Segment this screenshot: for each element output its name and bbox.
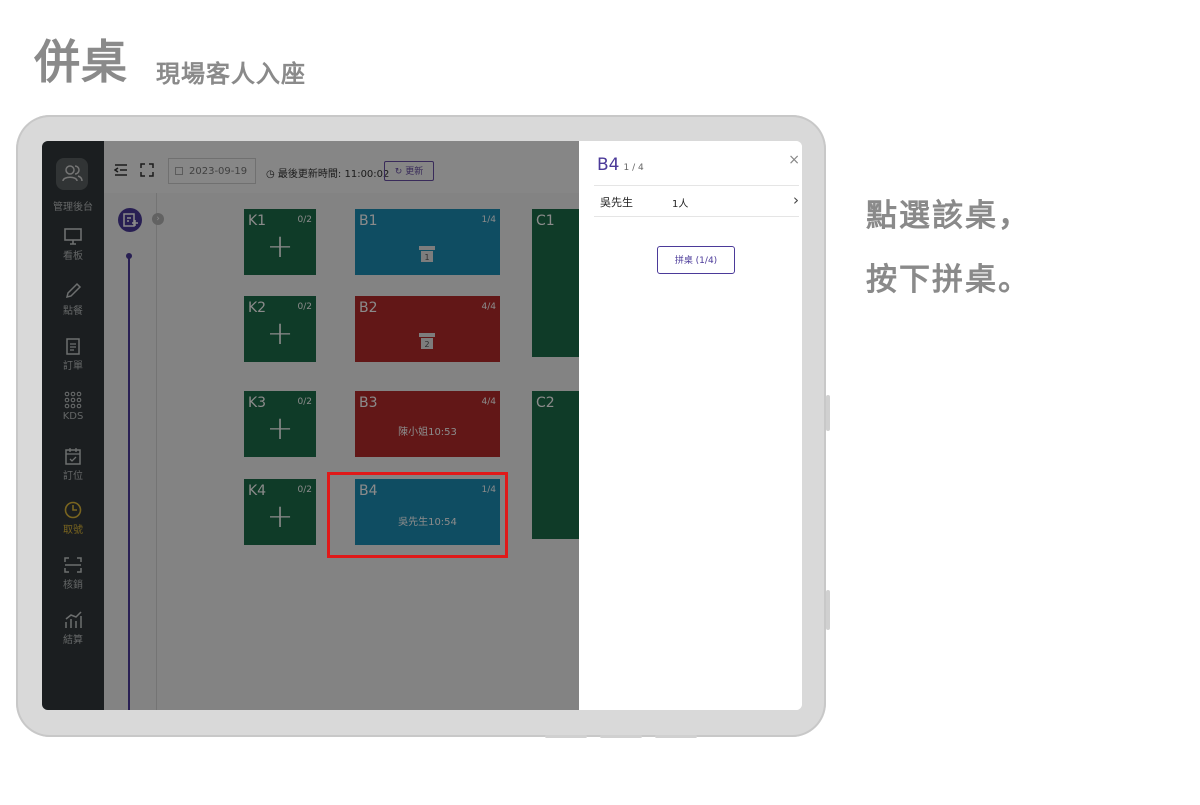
merge-table-button[interactable]: 拼桌 (1/4) [657, 246, 735, 274]
panel-title: B4 1 / 4 [597, 155, 644, 175]
instruction-line-2: 按下拼桌。 [866, 262, 1031, 298]
modal-backdrop[interactable] [42, 141, 579, 710]
highlight-box [327, 472, 508, 558]
tablet-bottom-button [655, 735, 697, 738]
page-title: 併桌 [34, 35, 128, 89]
guest-party-size: 1人 [672, 199, 689, 210]
tablet-bottom-button [600, 735, 642, 738]
close-icon[interactable]: × [788, 152, 800, 168]
tablet-bottom-button [545, 735, 587, 738]
instruction-line-1: 點選該桌， [866, 198, 1031, 234]
guest-row[interactable]: 吳先生 1人 › [594, 185, 799, 217]
panel-table-count: 1 / 4 [623, 163, 644, 173]
page-subtitle: 現場客人入座 [156, 60, 306, 88]
guest-name: 吳先生 [600, 196, 633, 209]
chevron-right-icon: › [793, 191, 799, 209]
panel-table-name: B4 [597, 155, 620, 175]
tablet-side-button [826, 395, 830, 431]
table-detail-panel: B4 1 / 4 × 吳先生 1人 › 拼桌 (1/4) [579, 141, 802, 710]
tablet-screen: 管理後台 看板 點餐 訂單 KDS 訂位 取號 核銷 結算 2023-09-19… [42, 141, 802, 710]
tablet-side-button [826, 590, 830, 630]
